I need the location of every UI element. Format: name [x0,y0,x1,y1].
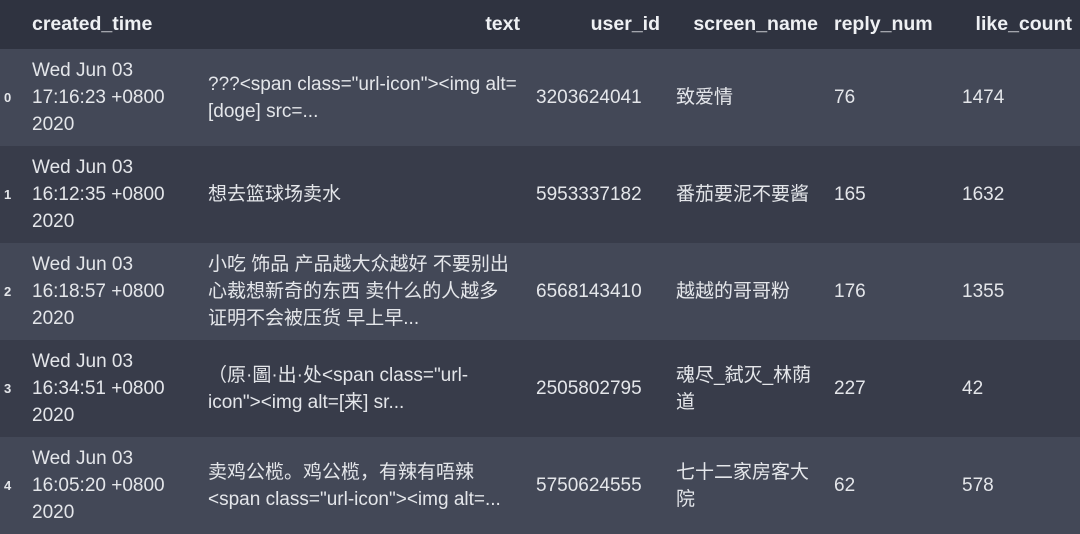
dataframe-table: created_time text user_id screen_name re… [0,0,1080,534]
cell-reply-num: 176 [826,243,954,340]
cell-text: （原·圖·出·处<span class="url-icon"><img alt=… [200,340,528,437]
table-row: 2 Wed Jun 03 16:18:57 +0800 2020 小吃 饰品 产品越… [0,243,1080,340]
cell-screen-name: 越越的哥哥粉 [668,243,826,340]
cell-index: 4 [0,437,24,534]
header-screen-name: screen_name [668,0,826,49]
cell-text: 想去篮球场卖水 [200,146,528,243]
header-text: text [200,0,528,49]
cell-index: 3 [0,340,24,437]
cell-index: 2 [0,243,24,340]
cell-like-count: 1355 [954,243,1080,340]
cell-created-time: Wed Jun 03 17:16:23 +0800 2020 [24,49,200,146]
header-reply-num: reply_num [826,0,954,49]
cell-reply-num: 62 [826,437,954,534]
cell-reply-num: 227 [826,340,954,437]
cell-like-count: 1474 [954,49,1080,146]
header-like-count: like_count [954,0,1080,49]
cell-created-time: Wed Jun 03 16:34:51 +0800 2020 [24,340,200,437]
cell-text: 小吃 饰品 产品越大众越好 不要别出心裁想新奇的东西 卖什么的人越多 证明不会被… [200,243,528,340]
cell-screen-name: 七十二家房客大院 [668,437,826,534]
header-created-time: created_time [24,0,200,49]
cell-user-id: 5750624555 [528,437,668,534]
table-row: 1 Wed Jun 03 16:12:35 +0800 2020 想去篮球场卖水 59… [0,146,1080,243]
header-index [0,0,24,49]
cell-screen-name: 番茄要泥不要酱 [668,146,826,243]
cell-user-id: 3203624041 [528,49,668,146]
cell-user-id: 2505802795 [528,340,668,437]
table-row: 0 Wed Jun 03 17:16:23 +0800 2020 ???<span … [0,49,1080,146]
cell-created-time: Wed Jun 03 16:12:35 +0800 2020 [24,146,200,243]
cell-like-count: 578 [954,437,1080,534]
cell-like-count: 1632 [954,146,1080,243]
cell-created-time: Wed Jun 03 16:18:57 +0800 2020 [24,243,200,340]
cell-reply-num: 165 [826,146,954,243]
header-row: created_time text user_id screen_name re… [0,0,1080,49]
cell-text: ???<span class="url-icon"><img alt=[doge… [200,49,528,146]
cell-text: 卖鸡公榄。鸡公榄，有辣有唔辣<span class="url-icon"><im… [200,437,528,534]
header-user-id: user_id [528,0,668,49]
cell-index: 1 [0,146,24,243]
table-row: 4 Wed Jun 03 16:05:20 +0800 2020 卖鸡公榄。鸡公榄，… [0,437,1080,534]
cell-created-time: Wed Jun 03 16:05:20 +0800 2020 [24,437,200,534]
table-row: 3 Wed Jun 03 16:34:51 +0800 2020 （原·圖·出·处<… [0,340,1080,437]
cell-screen-name: 致爱情 [668,49,826,146]
cell-reply-num: 76 [826,49,954,146]
cell-user-id: 6568143410 [528,243,668,340]
table-body: 0 Wed Jun 03 17:16:23 +0800 2020 ???<span … [0,49,1080,534]
cell-like-count: 42 [954,340,1080,437]
cell-index: 0 [0,49,24,146]
cell-user-id: 5953337182 [528,146,668,243]
cell-screen-name: 魂尽_弑灭_林荫道 [668,340,826,437]
